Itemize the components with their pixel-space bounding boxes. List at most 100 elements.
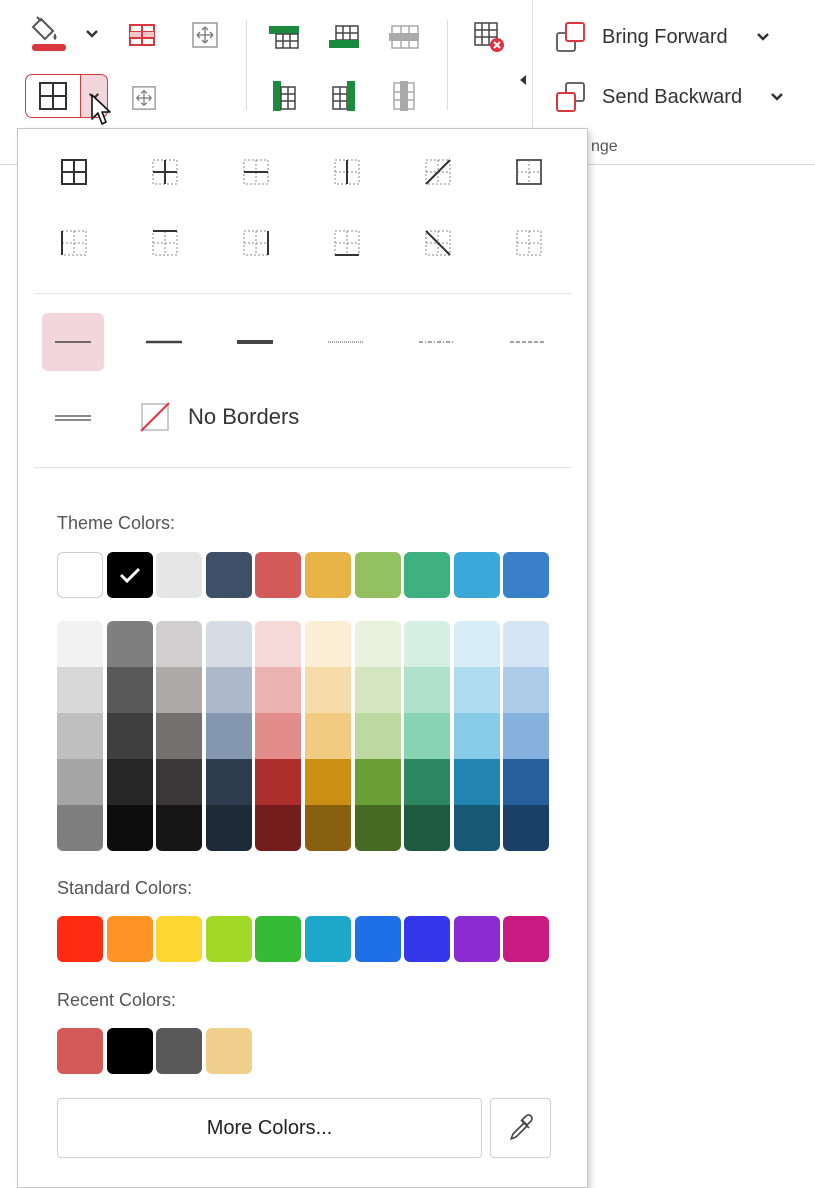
- insert-col-left-button[interactable]: [268, 78, 300, 114]
- fill-color-button[interactable]: [28, 12, 70, 54]
- theme-shade-swatch[interactable]: [453, 759, 500, 805]
- theme-shade-swatch[interactable]: [305, 805, 351, 851]
- eyedropper-button[interactable]: [490, 1098, 551, 1158]
- theme-color-swatch[interactable]: [106, 552, 153, 598]
- theme-shade-swatch[interactable]: [453, 805, 500, 851]
- line-style-medium[interactable]: [133, 313, 195, 371]
- border-inside-option[interactable]: [147, 154, 183, 190]
- border-all-option[interactable]: [56, 154, 92, 190]
- theme-color-swatch[interactable]: [156, 552, 203, 598]
- line-style-double[interactable]: [42, 389, 104, 447]
- theme-color-swatch[interactable]: [255, 552, 302, 598]
- bring-forward-button[interactable]: Bring Forward: [554, 18, 800, 56]
- theme-shade-swatch[interactable]: [57, 759, 103, 805]
- theme-shade-swatch[interactable]: [156, 667, 203, 713]
- theme-shade-swatch[interactable]: [404, 805, 451, 851]
- theme-shade-swatch[interactable]: [404, 713, 451, 759]
- standard-color-swatch[interactable]: [106, 916, 153, 962]
- theme-shade-swatch[interactable]: [503, 667, 550, 713]
- theme-shade-swatch[interactable]: [503, 805, 550, 851]
- fill-color-dropdown[interactable]: [80, 22, 104, 46]
- move-button-top[interactable]: [188, 18, 222, 52]
- theme-shade-swatch[interactable]: [503, 713, 550, 759]
- border-none-grid-option[interactable]: [511, 225, 547, 261]
- delete-table-button[interactable]: [470, 18, 508, 56]
- standard-color-swatch[interactable]: [503, 916, 550, 962]
- theme-shade-swatch[interactable]: [354, 713, 401, 759]
- theme-color-swatch[interactable]: [404, 552, 451, 598]
- theme-color-swatch[interactable]: [305, 552, 351, 598]
- theme-shade-swatch[interactable]: [404, 621, 451, 667]
- theme-shade-swatch[interactable]: [106, 805, 153, 851]
- theme-shade-swatch[interactable]: [106, 621, 153, 667]
- border-left-option[interactable]: [56, 225, 92, 261]
- theme-shade-swatch[interactable]: [106, 759, 153, 805]
- theme-shade-swatch[interactable]: [453, 621, 500, 667]
- theme-shade-swatch[interactable]: [354, 759, 401, 805]
- recent-color-swatch[interactable]: [156, 1028, 203, 1074]
- theme-shade-swatch[interactable]: [205, 805, 252, 851]
- theme-color-swatch[interactable]: [453, 552, 500, 598]
- theme-shade-swatch[interactable]: [205, 621, 252, 667]
- line-style-dotted[interactable]: [315, 313, 377, 371]
- theme-shade-swatch[interactable]: [205, 667, 252, 713]
- borders-button[interactable]: [25, 74, 81, 118]
- table-row-button[interactable]: [125, 18, 159, 52]
- theme-color-swatch[interactable]: [205, 552, 252, 598]
- move-button-bottom[interactable]: [128, 82, 160, 114]
- delete-col-button[interactable]: [388, 78, 420, 114]
- standard-color-swatch[interactable]: [57, 916, 103, 962]
- theme-color-swatch[interactable]: [503, 552, 550, 598]
- theme-shade-swatch[interactable]: [453, 713, 500, 759]
- theme-color-swatch[interactable]: [57, 552, 103, 598]
- line-style-dash-dot[interactable]: [406, 313, 468, 371]
- theme-shade-swatch[interactable]: [156, 713, 203, 759]
- theme-shade-swatch[interactable]: [57, 713, 103, 759]
- recent-color-swatch[interactable]: [205, 1028, 252, 1074]
- theme-shade-swatch[interactable]: [503, 759, 550, 805]
- theme-shade-swatch[interactable]: [354, 805, 401, 851]
- theme-color-swatch[interactable]: [354, 552, 401, 598]
- theme-shade-swatch[interactable]: [503, 621, 550, 667]
- send-backward-button[interactable]: Send Backward: [554, 78, 810, 116]
- border-right-option[interactable]: [238, 225, 274, 261]
- theme-shade-swatch[interactable]: [57, 667, 103, 713]
- standard-color-swatch[interactable]: [305, 916, 351, 962]
- standard-color-swatch[interactable]: [404, 916, 451, 962]
- theme-shade-swatch[interactable]: [305, 667, 351, 713]
- theme-shade-swatch[interactable]: [156, 759, 203, 805]
- theme-shade-swatch[interactable]: [156, 805, 203, 851]
- theme-shade-swatch[interactable]: [255, 805, 302, 851]
- recent-color-swatch[interactable]: [57, 1028, 103, 1074]
- standard-color-swatch[interactable]: [156, 916, 203, 962]
- theme-shade-swatch[interactable]: [205, 713, 252, 759]
- theme-shade-swatch[interactable]: [255, 667, 302, 713]
- theme-shade-swatch[interactable]: [305, 621, 351, 667]
- line-style-dashed[interactable]: [497, 313, 559, 371]
- border-outside-option[interactable]: [511, 154, 547, 190]
- theme-shade-swatch[interactable]: [57, 621, 103, 667]
- theme-shade-swatch[interactable]: [404, 667, 451, 713]
- theme-shade-swatch[interactable]: [305, 759, 351, 805]
- theme-shade-swatch[interactable]: [404, 759, 451, 805]
- standard-color-swatch[interactable]: [205, 916, 252, 962]
- collapse-arrow[interactable]: [516, 70, 530, 90]
- theme-shade-swatch[interactable]: [205, 759, 252, 805]
- border-diagonal-up-option[interactable]: [420, 154, 456, 190]
- theme-shade-swatch[interactable]: [255, 621, 302, 667]
- border-inside-vertical-option[interactable]: [329, 154, 365, 190]
- line-style-thin[interactable]: [42, 313, 104, 371]
- line-style-thick[interactable]: [224, 313, 286, 371]
- theme-shade-swatch[interactable]: [354, 621, 401, 667]
- theme-shade-swatch[interactable]: [156, 621, 203, 667]
- insert-row-above-button[interactable]: [266, 20, 302, 54]
- recent-color-swatch[interactable]: [106, 1028, 153, 1074]
- standard-color-swatch[interactable]: [255, 916, 302, 962]
- border-diagonal-down-option[interactable]: [420, 225, 456, 261]
- standard-color-swatch[interactable]: [453, 916, 500, 962]
- more-colors-button[interactable]: More Colors...: [57, 1098, 482, 1158]
- insert-col-right-button[interactable]: [328, 78, 360, 114]
- theme-shade-swatch[interactable]: [106, 713, 153, 759]
- standard-color-swatch[interactable]: [354, 916, 401, 962]
- border-top-option[interactable]: [147, 225, 183, 261]
